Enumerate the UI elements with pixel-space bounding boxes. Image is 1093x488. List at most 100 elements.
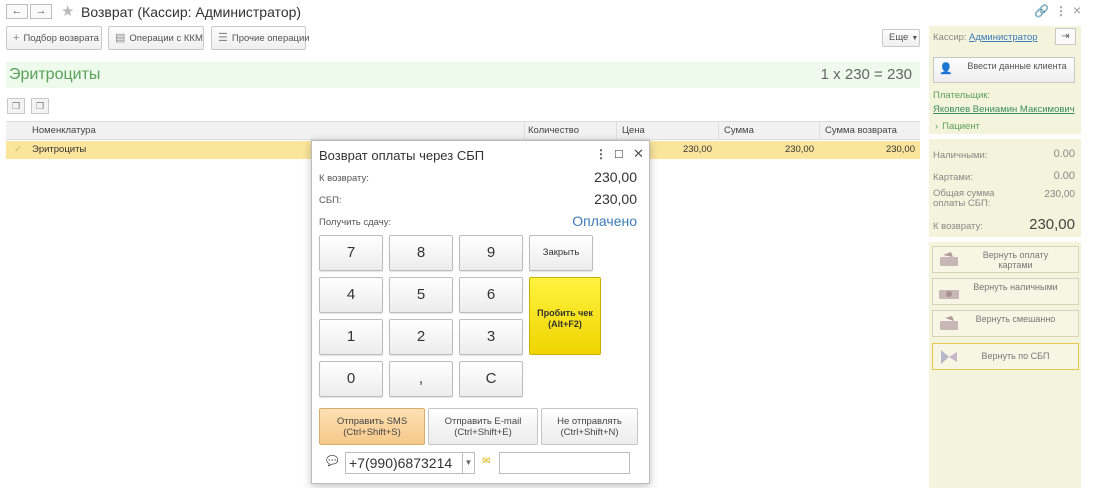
sbp-refund-dialog: Возврат оплаты через СБП ⋮ ☐ ✕ К возврат… [311,140,650,484]
table-header: Номенклатура Количество Цена Сумма Сумма… [6,121,920,140]
refund-value: 230,00 [1029,216,1075,233]
col-divider [819,122,820,140]
mixed-refund-icon [940,316,958,330]
copy-icon[interactable]: ❐ [7,98,25,114]
key-0[interactable]: 0 [319,361,383,397]
key-9[interactable]: 9 [459,235,523,271]
col-header-sum[interactable]: Сумма [724,125,754,136]
key-5[interactable]: 5 [389,277,453,313]
key-2[interactable]: 2 [389,319,453,355]
email-input[interactable] [499,452,630,474]
col-divider [616,122,617,140]
key-1[interactable]: 1 [319,319,383,355]
key-6[interactable]: 6 [459,277,523,313]
col-header-return-sum[interactable]: Сумма возврата [825,125,897,136]
change-label: Получить сдачу: [319,217,392,228]
arrow-left-icon: ← [11,5,23,17]
logout-icon[interactable]: ⇥ [1055,28,1076,45]
other-operations-button[interactable]: ☰ Прочие операции [211,26,310,50]
col-header-price[interactable]: Цена [622,125,645,136]
card-refund-icon [940,252,958,266]
kkm-operations-button[interactable]: ▤ Операции с ККМ [108,26,204,50]
return-card-label: Вернуть оплату картами [982,250,1049,270]
maximize-icon[interactable]: ☐ [614,148,624,161]
col-header-quantity[interactable]: Количество [528,125,579,136]
right-panel: Кассир: Администратор ⇥ 👤 Ввести данные … [929,26,1081,488]
total-value: 230,00 [1044,189,1075,200]
col-divider [718,122,719,140]
send-sms-button[interactable]: Отправить SMS (Ctrl+Shift+S) [319,408,425,445]
other-label: Прочие операции [231,33,310,44]
phone-dropdown-button[interactable]: ▼ [462,452,475,474]
sbp-icon [941,350,957,364]
menu-icon[interactable]: ⋮ [1055,4,1067,18]
dialog-close-icon[interactable]: ✕ [633,146,644,162]
check-icon: ✓ [14,144,22,155]
more-button[interactable]: Еще ▼ [882,29,920,47]
row-name: Эритроциты [32,144,87,155]
key-comma[interactable]: , [389,361,453,397]
cash-value: 0.00 [1053,148,1075,160]
phone-input[interactable]: +7(990)6873214 [345,452,463,474]
register-icon: ▤ [115,32,126,44]
back-button[interactable]: ← [6,4,28,19]
send-email-button[interactable]: Отправить E-mail (Ctrl+Shift+E) [428,408,538,445]
paid-status: Оплачено [572,213,637,229]
sbp-amount-label: СБП: [319,195,342,206]
product-header: Эритроциты 1 x 230 = 230 [6,62,920,88]
return-mixed-label: Вернуть смешанно [975,314,1056,324]
panel-divider [929,237,1081,242]
print-receipt-button[interactable]: Пробить чек (Alt+F2) [529,277,601,355]
return-mixed-button[interactable]: Вернуть смешанно [932,310,1079,337]
patient-toggle[interactable]: › Пациент [935,121,980,132]
favorite-star-icon[interactable]: ★ [61,2,74,20]
client-data-button[interactable]: 👤 Ввести данные клиента [933,57,1075,83]
card-label: Картами: [933,172,973,183]
chevron-down-icon: ▼ [464,458,473,467]
card-value: 0.00 [1053,170,1075,182]
row-price: 230,00 [682,144,712,155]
forward-button[interactable]: → [30,4,52,19]
return-cash-label: Вернуть наличными [973,282,1058,292]
chevron-right-icon: › [935,121,939,132]
chevron-down-icon: ▼ [911,35,919,42]
sms-icon: 💬 [326,456,339,467]
refund-amount-label: К возврату: [319,173,369,184]
key-7[interactable]: 7 [319,235,383,271]
panel-divider [929,134,1081,139]
cash-label: Наличными: [933,150,988,161]
arrow-right-icon: → [35,5,47,17]
close-icon[interactable]: × [1073,2,1081,18]
selection-button[interactable]: + Подбор возврата [6,26,102,50]
cashier-link[interactable]: Администратор [969,32,1038,43]
return-sbp-button[interactable]: Вернуть по СБП [932,343,1079,370]
payer-link[interactable]: Яковлев Вениамин Максимович [933,104,1075,115]
refund-amount-value: 230,00 [594,169,637,185]
key-3[interactable]: 3 [459,319,523,355]
dialog-menu-icon[interactable]: ⋮ [595,147,607,161]
return-card-button[interactable]: Вернуть оплату картами [932,246,1079,273]
duplicate-icon[interactable]: ❐ [31,98,49,114]
patient-label: Пациент [942,121,980,132]
total-label: Общая сумма оплаты СБП: [933,188,995,209]
no-send-button[interactable]: Не отправлять (Ctrl+Shift+N) [541,408,638,445]
kkm-label: Операции с ККМ [129,33,203,44]
key-4[interactable]: 4 [319,277,383,313]
dialog-title: Возврат оплаты через СБП [319,148,485,163]
refund-label: К возврату: [933,221,983,232]
close-key-button[interactable]: Закрыть [529,235,593,271]
key-8[interactable]: 8 [389,235,453,271]
sbp-amount-value: 230,00 [594,191,637,207]
link-icon[interactable]: 🔗 [1034,4,1049,18]
window-title: Возврат (Кассир: Администратор) [81,4,302,20]
selection-label: Подбор возврата [23,33,99,44]
plus-icon: + [13,32,20,44]
key-clear[interactable]: C [459,361,523,397]
return-cash-button[interactable]: Вернуть наличными [932,278,1079,305]
return-sbp-label: Вернуть по СБП [981,351,1050,361]
more-label: Еще [889,32,909,43]
list-icon: ☰ [218,32,228,44]
row-return-sum: 230,00 [885,144,915,155]
col-header-nomenclature[interactable]: Номенклатура [32,125,96,136]
cash-refund-icon [939,290,959,299]
